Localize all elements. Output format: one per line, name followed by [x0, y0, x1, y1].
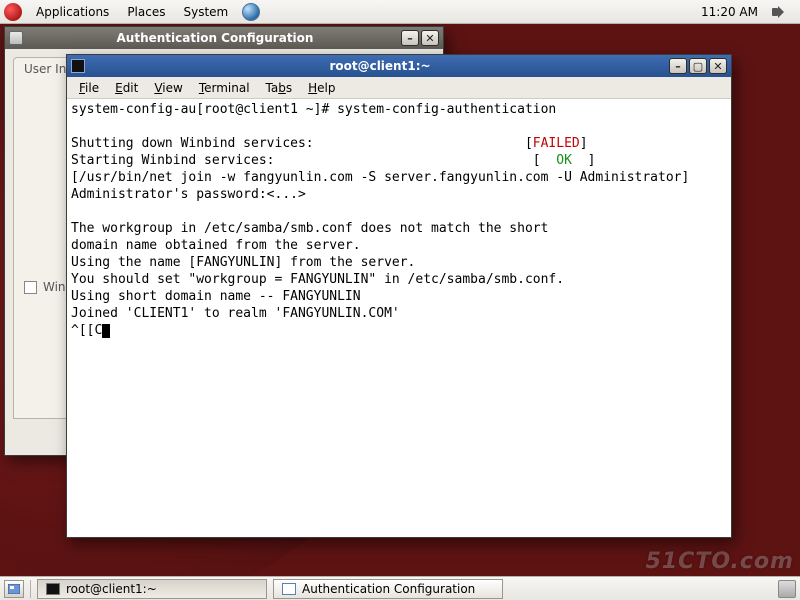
- places-menu[interactable]: Places: [119, 3, 173, 21]
- watermark: 51CTO.com: [646, 549, 794, 574]
- maximize-button[interactable]: ▢: [689, 58, 707, 74]
- minimize-button[interactable]: –: [669, 58, 687, 74]
- terminal-title: root@client1:~: [91, 59, 669, 73]
- terminal-output[interactable]: system-config-au[root@client1 ~]# system…: [67, 99, 731, 537]
- auth-config-titlebar[interactable]: Authentication Configuration – ✕: [5, 27, 443, 49]
- show-desktop-icon: [8, 584, 20, 594]
- menu-terminal[interactable]: Terminal: [193, 79, 256, 97]
- menu-file[interactable]: File: [73, 79, 105, 97]
- auth-config-title: Authentication Configuration: [29, 31, 401, 45]
- cursor: [102, 324, 110, 338]
- term-line: system-config-au[root@client1 ~]# system…: [71, 102, 556, 117]
- trash-icon[interactable]: [778, 580, 796, 598]
- close-button[interactable]: ✕: [709, 58, 727, 74]
- task-label: Authentication Configuration: [302, 582, 475, 596]
- term-line: ^[[C: [71, 323, 102, 338]
- window-icon: [282, 583, 296, 595]
- applications-menu[interactable]: Applications: [28, 3, 117, 21]
- bottom-panel: root@client1:~ Authentication Configurat…: [0, 576, 800, 600]
- terminal-titlebar[interactable]: root@client1:~ – ▢ ✕: [67, 55, 731, 77]
- term-line: domain name obtained from the server.: [71, 238, 361, 253]
- term-line: ]: [580, 136, 588, 151]
- volume-icon[interactable]: [772, 5, 790, 19]
- window-menu-icon[interactable]: [9, 31, 23, 45]
- show-desktop-button[interactable]: [4, 580, 24, 598]
- term-line: The workgroup in /etc/samba/smb.conf doe…: [71, 221, 548, 236]
- top-panel: Applications Places System 11:20 AM: [0, 0, 800, 24]
- clock[interactable]: 11:20 AM: [695, 5, 764, 19]
- menu-view[interactable]: View: [148, 79, 188, 97]
- terminal-menubar: File Edit View Terminal Tabs Help: [67, 77, 731, 99]
- task-authconfig[interactable]: Authentication Configuration: [273, 579, 503, 599]
- winbind-checkbox[interactable]: [24, 281, 37, 294]
- system-menu[interactable]: System: [175, 3, 236, 21]
- terminal-icon: [46, 583, 60, 595]
- term-line: ]: [572, 153, 595, 168]
- terminal-title-icon: [71, 59, 85, 73]
- term-line: [/usr/bin/net join -w fangyunlin.com -S …: [71, 170, 689, 185]
- term-line: Joined 'CLIENT1' to realm 'FANGYUNLIN.CO…: [71, 306, 400, 321]
- menu-help[interactable]: Help: [302, 79, 341, 97]
- menu-tabs[interactable]: Tabs: [260, 79, 299, 97]
- term-line: Administrator's password:<...>: [71, 187, 306, 202]
- term-line: Using the name [FANGYUNLIN] from the ser…: [71, 255, 415, 270]
- close-button[interactable]: ✕: [421, 30, 439, 46]
- status-failed: FAILED: [533, 136, 580, 151]
- browser-launcher-icon[interactable]: [242, 3, 260, 21]
- distro-logo-icon[interactable]: [4, 3, 22, 21]
- terminal-window: root@client1:~ – ▢ ✕ File Edit View Term…: [66, 54, 732, 538]
- task-label: root@client1:~: [66, 582, 157, 596]
- minimize-button[interactable]: –: [401, 30, 419, 46]
- term-line: Shutting down Winbind services: [: [71, 136, 533, 151]
- status-ok: OK: [556, 153, 572, 168]
- term-line: Starting Winbind services: [: [71, 153, 556, 168]
- menu-edit[interactable]: Edit: [109, 79, 144, 97]
- term-line: You should set "workgroup = FANGYUNLIN" …: [71, 272, 564, 287]
- task-terminal[interactable]: root@client1:~: [37, 579, 267, 599]
- term-line: Using short domain name -- FANGYUNLIN: [71, 289, 361, 304]
